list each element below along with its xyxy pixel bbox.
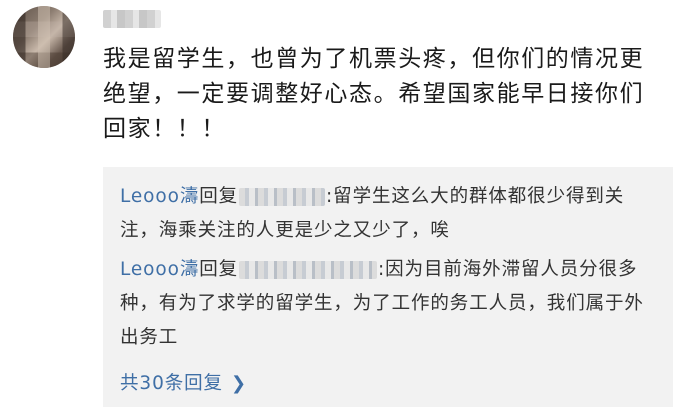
avatar-blur-overlay [13, 6, 75, 68]
comment-username-redacted[interactable] [103, 10, 161, 28]
chevron-right-icon: ❯ [230, 373, 247, 394]
comment-avatar[interactable] [13, 6, 75, 68]
reply-author-link[interactable]: Leooo濤 [120, 259, 199, 280]
reply-item[interactable]: Leooo濤回复:因为目前海外滞留人员分很多种，有为了求学的留学生，为了工作的务… [120, 253, 655, 355]
replies-panel: Leooo濤回复:留学生这么大的群体都很少得到关注，海乘关注的人更是少之又少了，… [103, 167, 673, 407]
comment-text: 我是留学生，也曾为了机票头疼，但你们的情况更绝望，一定要调整好心态。希望国家能早… [103, 46, 645, 142]
reply-mention-redacted[interactable] [239, 261, 378, 279]
view-all-replies-label: 共30条回复 [120, 373, 223, 394]
view-all-replies-link[interactable]: 共30条回复 ❯ [120, 369, 247, 395]
reply-item[interactable]: Leooo濤回复:留学生这么大的群体都很少得到关注，海乘关注的人更是少之又少了，… [120, 180, 655, 248]
reply-mention-redacted[interactable] [239, 188, 326, 206]
reply-author-link[interactable]: Leooo濤 [120, 186, 199, 207]
reply-verb: 回复 [199, 259, 239, 280]
reply-verb: 回复 [199, 186, 239, 207]
